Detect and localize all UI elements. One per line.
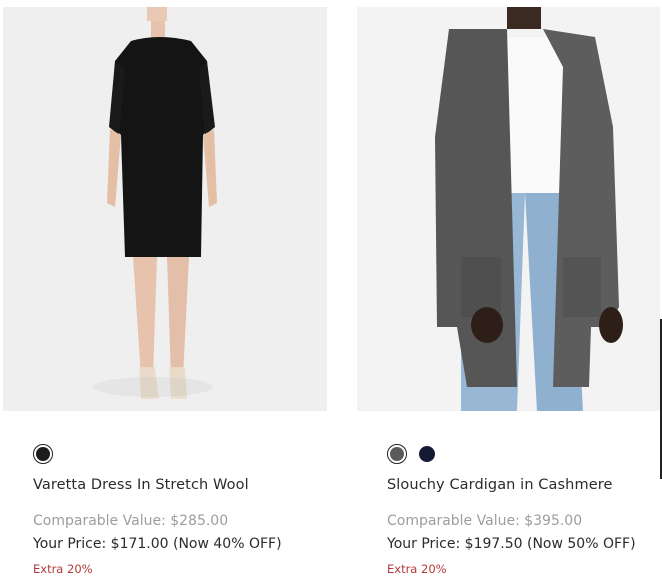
color-swatches [33,444,53,464]
product-name[interactable]: Slouchy Cardigan in Cashmere [387,477,612,493]
swatch-charcoal[interactable] [387,444,407,464]
swatch-color-dot [419,446,435,462]
swatch-navy[interactable] [417,444,437,464]
product-image-dress[interactable] [3,7,327,411]
swatch-color-dot [36,447,50,461]
your-price: Your Price: $197.50 (Now 50% OFF) [387,536,636,552]
cardigan-model-illustration [435,7,623,411]
color-swatches [387,444,437,464]
swatch-black[interactable] [33,444,53,464]
dress-model-illustration [93,7,217,399]
product-card[interactable]: Slouchy Cardigan in Cashmere Comparable … [357,0,660,576]
your-price: Your Price: $171.00 (Now 40% OFF) [33,536,282,552]
extra-discount-badge: Extra 20% [387,562,447,576]
product-name[interactable]: Varetta Dress In Stretch Wool [33,477,249,493]
swatch-color-dot [390,447,404,461]
product-card[interactable]: Varetta Dress In Stretch Wool Comparable… [3,0,327,576]
product-image-cardigan[interactable] [357,7,660,411]
comparable-value: Comparable Value: $285.00 [33,513,229,529]
comparable-value: Comparable Value: $395.00 [387,513,583,529]
extra-discount-badge: Extra 20% [33,562,93,576]
